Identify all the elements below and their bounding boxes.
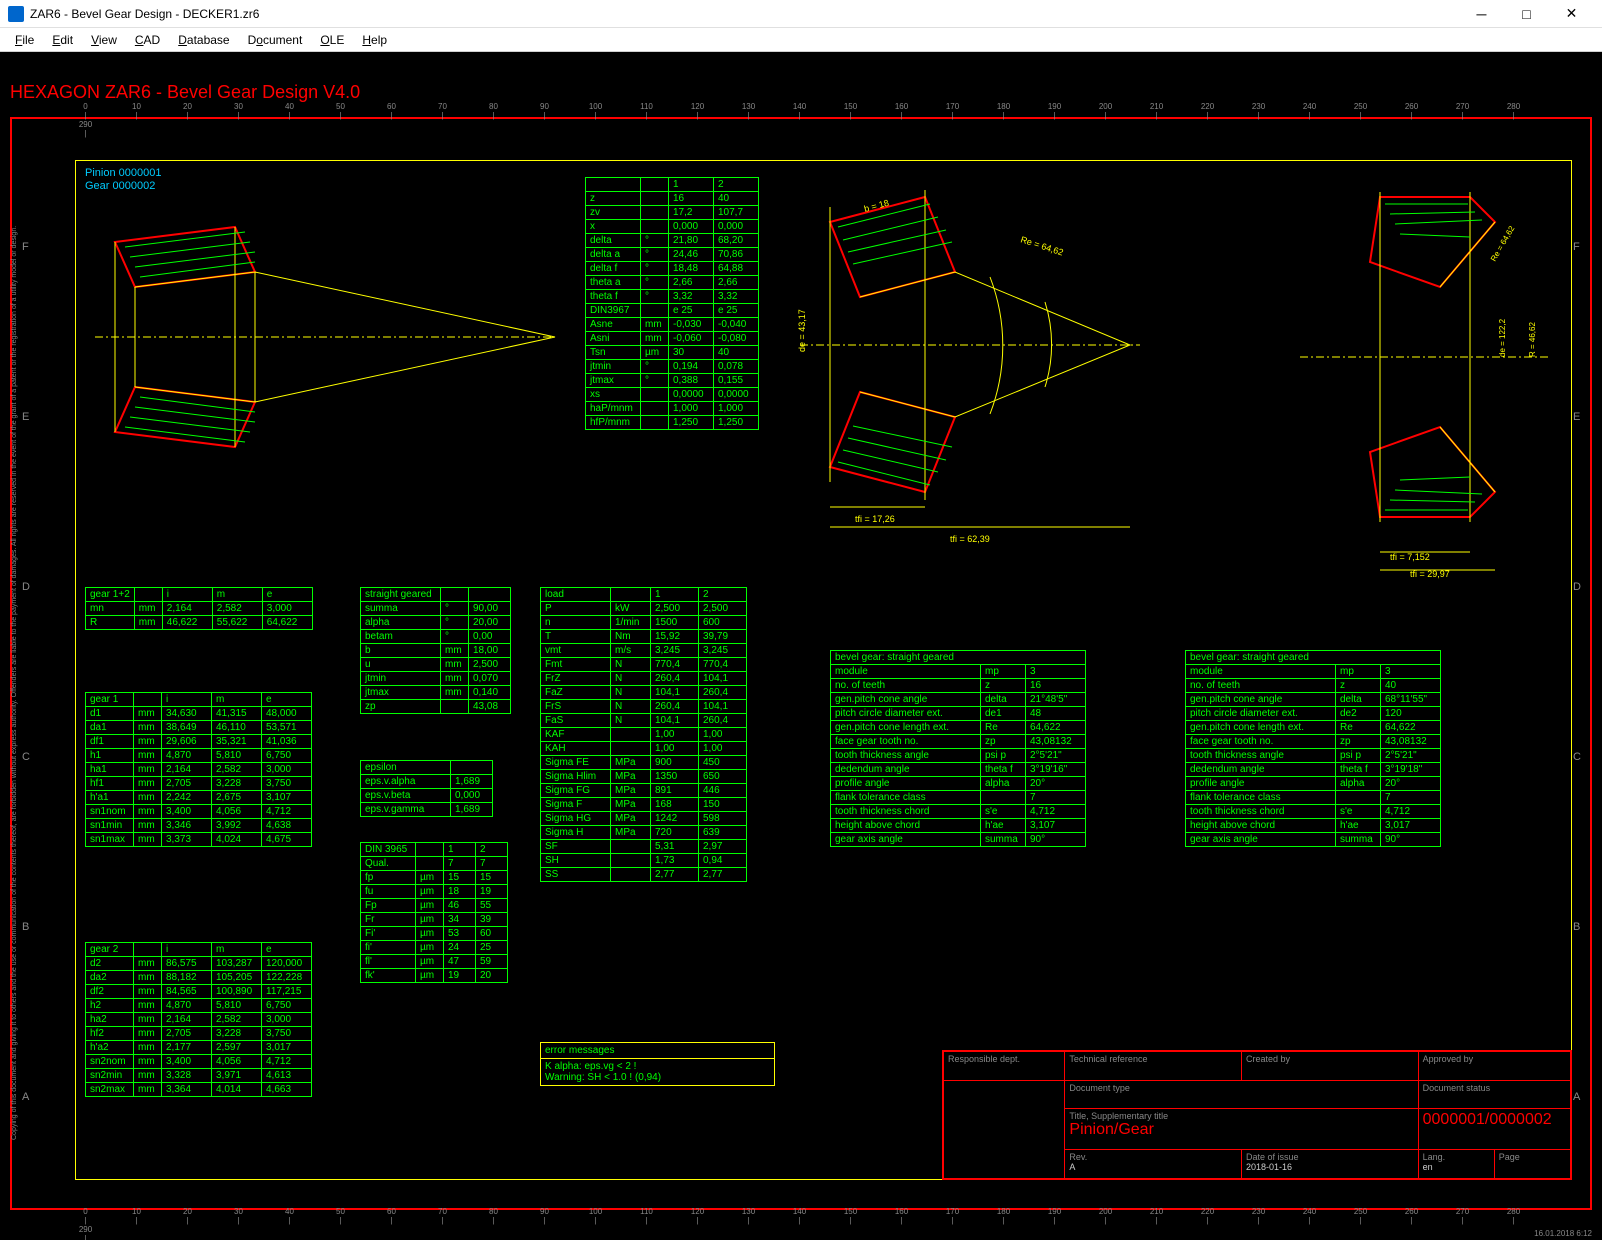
ruler-right: FEDCBA (1573, 162, 1588, 1180)
table-gear1: gear 1imed1mm34,63041,31548,000da1mm38,6… (85, 692, 312, 847)
title-block: Responsible dept. Technical reference Cr… (942, 1050, 1572, 1180)
pinion-label: Pinion 0000001 (85, 167, 161, 179)
svg-text:tfi = 62,39: tfi = 62,39 (950, 534, 990, 544)
menu-database[interactable]: Database (169, 33, 238, 47)
pinion-drawing (85, 212, 565, 482)
svg-text:tfi = 7,152: tfi = 7,152 (1390, 552, 1430, 562)
table-gear2: gear 2imed2mm86,575103,287120,000da2mm88… (85, 942, 312, 1097)
copyright-notice: Copying of this document and giving it t… (11, 226, 18, 1140)
svg-text:R = 46,62: R = 46,62 (1528, 322, 1537, 357)
titlebar: ZAR6 - Bevel Gear Design - DECKER1.zr6 ─… (0, 0, 1602, 28)
table-din3965: DIN 396512Qual.77fpµm1515fuµm1819Fpµm465… (360, 842, 508, 983)
table-epsilon: epsiloneps.v.alpha1,689eps.v.beta0,000ep… (360, 760, 493, 817)
svg-text:b = 18: b = 18 (863, 198, 890, 214)
table-bevel1: bevel gear: straight gearedmodulemp3no. … (830, 650, 1086, 847)
table-bevel2: bevel gear: straight gearedmodulemp3no. … (1185, 650, 1441, 847)
menu-edit[interactable]: Edit (43, 33, 82, 47)
menu-ole[interactable]: OLE (311, 33, 353, 47)
gear-label: Gear 0000002 (85, 180, 155, 192)
title-text: ZAR6 - Bevel Gear Design - DECKER1.zr6 (30, 7, 259, 21)
menu-view[interactable]: View (82, 33, 126, 47)
close-button[interactable]: ✕ (1549, 0, 1594, 28)
svg-text:de = 43,17: de = 43,17 (797, 309, 807, 352)
ruler-bottom: 0|10|20|30|40|50|60|70|80|90|100|110|120… (60, 1207, 1582, 1222)
app-icon (8, 6, 24, 22)
table-load: load12PkW2,5002,500n1/min1500600TNm15,92… (540, 587, 747, 882)
svg-text:tfi = 17,26: tfi = 17,26 (855, 514, 895, 524)
svg-text:Re = 64,62: Re = 64,62 (1019, 234, 1064, 257)
svg-text:de = 122,2: de = 122,2 (1498, 318, 1507, 357)
ruler-left: FEDCBA (22, 162, 52, 1180)
table-straight: straight gearedsumma°90,00alpha°20,00bet… (360, 587, 511, 714)
gear-section-drawing: de = 122,2 R = 46,62 Re = 64,62 tfi = 7,… (1290, 182, 1560, 582)
maximize-button[interactable]: □ (1504, 0, 1549, 28)
minimize-button[interactable]: ─ (1459, 0, 1504, 28)
app-title: HEXAGON ZAR6 - Bevel Gear Design V4.0 (10, 82, 360, 103)
table-main: 12z1640zv17,2107,7x0,0000,000delta°21,80… (585, 177, 759, 430)
error-messages: error messages K alpha: eps.vg < 2 ! War… (540, 1042, 775, 1086)
menu-document[interactable]: Document (239, 33, 312, 47)
svg-text:Re = 64,62: Re = 64,62 (1489, 224, 1517, 263)
ruler-top: 0|10|20|30|40|50|60|70|80|90|100|110|120… (60, 102, 1582, 117)
menu-cad[interactable]: CAD (126, 33, 169, 47)
pinion-section-drawing: de = 43,17 b = 18 Re = 64,62 tfi = 17,26… (790, 182, 1150, 552)
menu-help[interactable]: Help (353, 33, 396, 47)
table-gear12: gear 1+2imemnmm2,1642,5823,000Rmm46,6225… (85, 587, 313, 630)
menu-file[interactable]: File (6, 33, 43, 47)
footer-timestamp: 16.01.2018 6:12 (1534, 1229, 1592, 1238)
cad-canvas[interactable]: HEXAGON ZAR6 - Bevel Gear Design V4.0 0|… (0, 52, 1602, 1240)
menubar: File Edit View CAD Database Document OLE… (0, 28, 1602, 52)
